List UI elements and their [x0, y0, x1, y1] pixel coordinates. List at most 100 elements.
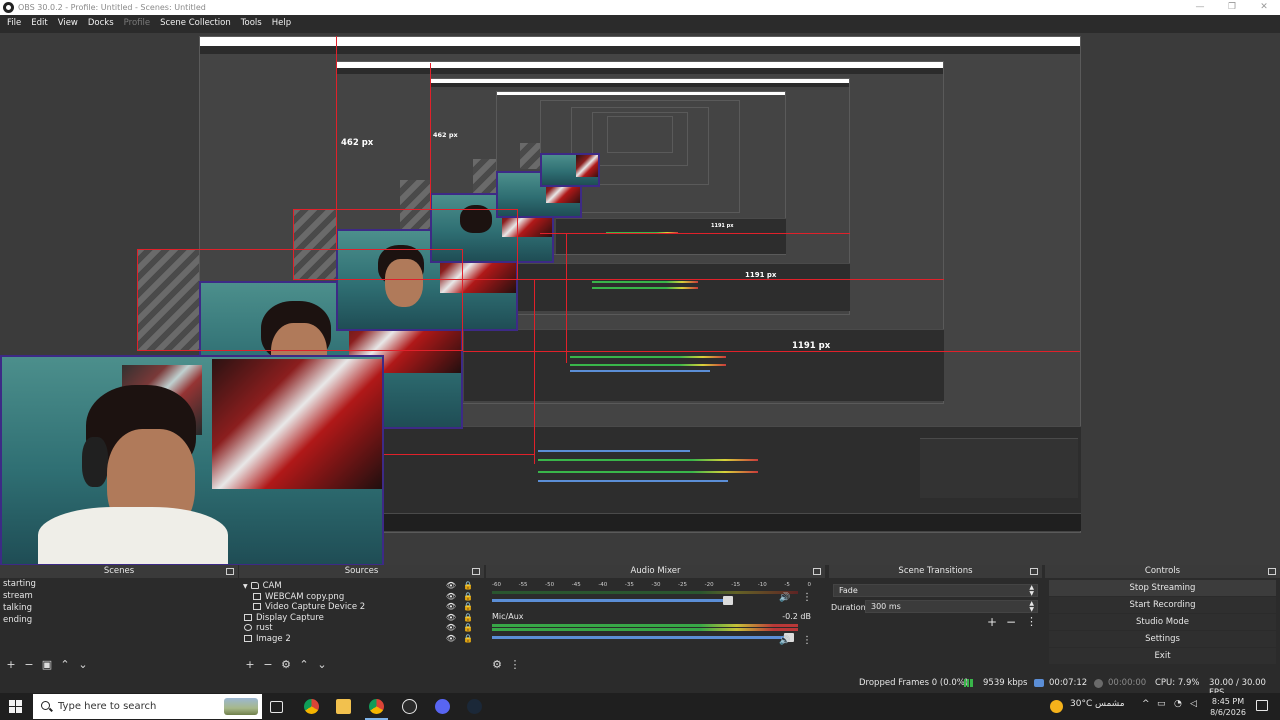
mixer-menu-button[interactable]: ⋮ — [508, 658, 522, 671]
menu-edit[interactable]: Edit — [26, 18, 52, 28]
scene-item[interactable]: ending — [0, 614, 238, 626]
spinner-arrows-icon[interactable]: ▲ ▼ — [1029, 601, 1034, 613]
menu-scene-collection[interactable]: Scene Collection — [155, 18, 236, 28]
volume-slider[interactable] — [492, 596, 734, 605]
menu-profile[interactable]: Profile — [119, 18, 155, 28]
move-source-up-button[interactable]: ⌃ — [297, 658, 311, 671]
remove-source-button[interactable]: − — [261, 658, 275, 671]
menu-view[interactable]: View — [53, 18, 83, 28]
scene-filters-button[interactable]: ▣ — [40, 658, 54, 671]
menu-help[interactable]: Help — [267, 18, 296, 28]
visibility-eye-icon[interactable]: 👁 — [446, 623, 456, 634]
source-item-cam[interactable]: ▼ CAM 👁 🔒 — [239, 581, 484, 592]
file-explorer-icon[interactable] — [336, 699, 351, 714]
lock-icon[interactable]: 🔒 — [463, 592, 473, 603]
image-source-icon — [244, 634, 252, 642]
show-hidden-icons-icon[interactable]: ^ — [1142, 699, 1150, 709]
scene-item[interactable]: starting — [0, 578, 238, 590]
add-transition-button[interactable]: + — [987, 615, 997, 629]
settings-button[interactable]: Settings — [1049, 631, 1276, 647]
lock-icon[interactable]: 🔒 — [463, 613, 473, 624]
close-icon[interactable]: ✕ — [1248, 0, 1280, 15]
add-source-button[interactable]: + — [243, 658, 257, 671]
duration-input[interactable]: 300 ms ▲ ▼ — [865, 600, 1038, 613]
lock-icon[interactable]: 🔒 — [463, 602, 473, 613]
visibility-eye-icon[interactable]: 👁 — [446, 613, 456, 624]
source-item-video-capture[interactable]: Video Capture Device 2 👁 🔒 — [239, 602, 484, 613]
channel-menu-icon[interactable]: ⋮ — [802, 592, 812, 603]
volume-slider-handle[interactable] — [723, 596, 734, 605]
speaker-icon[interactable]: 🔊 — [779, 636, 790, 646]
visibility-eye-icon[interactable]: 👁 — [446, 634, 456, 645]
menu-docks[interactable]: Docks — [83, 18, 119, 28]
scenes-toolbar: + − ▣ ⌃ ⌄ — [0, 655, 238, 673]
channel-menu-icon[interactable]: ⋮ — [802, 635, 812, 646]
lock-icon[interactable]: 🔒 — [463, 634, 473, 645]
advanced-audio-properties-button[interactable]: ⚙ — [490, 658, 504, 671]
speaker-icon[interactable]: 🔊 — [779, 593, 790, 603]
undock-icon[interactable] — [472, 568, 480, 575]
windows-start-icon[interactable] — [9, 700, 22, 713]
network-icon[interactable]: ▭ — [1157, 699, 1166, 709]
lock-icon[interactable]: 🔒 — [463, 623, 473, 634]
visibility-eye-icon[interactable]: 👁 — [446, 602, 456, 613]
transition-select[interactable]: Fade ▲ ▼ — [833, 584, 1038, 597]
guide-line — [534, 279, 535, 464]
remove-scene-button[interactable]: − — [22, 658, 36, 671]
remove-transition-button[interactable]: − — [1006, 615, 1016, 629]
add-scene-button[interactable]: + — [4, 658, 18, 671]
chrome-icon[interactable] — [304, 699, 319, 714]
visibility-eye-icon[interactable]: 👁 — [446, 581, 456, 592]
size-label: 462 px — [341, 138, 374, 148]
exit-button[interactable]: Exit — [1049, 648, 1276, 664]
undock-icon[interactable] — [1268, 568, 1276, 575]
sources-dock: Sources ▼ CAM 👁 🔒 WEBCAM copy.png 👁 🔒 Vid… — [239, 565, 484, 673]
sources-scrollbar[interactable] — [478, 578, 484, 655]
selection-box[interactable] — [293, 209, 518, 280]
task-view-icon[interactable] — [270, 701, 283, 713]
chrome-icon[interactable] — [365, 699, 388, 720]
taskbar-search[interactable]: Type here to search — [33, 694, 262, 719]
undock-icon[interactable] — [813, 568, 821, 575]
transition-menu-button[interactable]: ⋮ — [1026, 615, 1037, 628]
source-item-display-capture[interactable]: Display Capture 👁 🔒 — [239, 613, 484, 624]
stop-streaming-button[interactable]: Stop Streaming — [1049, 580, 1276, 596]
maximize-icon[interactable]: ❐ — [1216, 0, 1248, 15]
lock-icon[interactable]: 🔒 — [463, 581, 473, 592]
scene-item[interactable]: stream — [0, 590, 238, 602]
steam-icon[interactable] — [467, 699, 482, 714]
minimize-icon[interactable]: — — [1184, 0, 1216, 15]
move-scene-up-button[interactable]: ⌃ — [58, 658, 72, 671]
obs-logo-icon — [3, 2, 14, 13]
expand-arrow-icon[interactable]: ▼ — [243, 583, 248, 590]
studio-mode-button[interactable]: Studio Mode — [1049, 614, 1276, 630]
source-item-image-2[interactable]: Image 2 👁 🔒 — [239, 634, 484, 645]
obs-taskbar-icon[interactable] — [402, 699, 417, 714]
move-scene-down-button[interactable]: ⌄ — [76, 658, 90, 671]
discord-icon[interactable] — [435, 699, 450, 714]
volume-icon[interactable]: ◁ — [1190, 699, 1197, 709]
source-item-rust[interactable]: rust 👁 🔒 — [239, 623, 484, 634]
source-properties-button[interactable]: ⚙ — [279, 658, 293, 671]
webcam-feed[interactable] — [0, 355, 384, 565]
undock-icon[interactable] — [226, 568, 234, 575]
undock-icon[interactable] — [1030, 568, 1038, 575]
notifications-icon[interactable] — [1256, 700, 1268, 711]
nested-obs-window — [607, 116, 673, 153]
visibility-eye-icon[interactable]: 👁 — [446, 592, 456, 603]
weather-text[interactable]: مشمس — [1095, 699, 1125, 709]
move-source-down-button[interactable]: ⌄ — [315, 658, 329, 671]
preview-canvas[interactable]: 462 px 462 px 1191 px 1191 px 1191 px — [0, 33, 1280, 565]
weather-sun-icon[interactable] — [1050, 700, 1063, 713]
volume-slider[interactable] — [492, 633, 794, 642]
menu-file[interactable]: File — [2, 18, 26, 28]
start-recording-button[interactable]: Start Recording — [1049, 597, 1276, 613]
menu-tools[interactable]: Tools — [236, 18, 267, 28]
weather-temp[interactable]: 30°C — [1070, 699, 1092, 709]
guide-line — [566, 233, 567, 363]
search-highlight-image — [224, 698, 258, 715]
taskbar-clock[interactable]: 8:45 PM 8/6/2026 — [1210, 696, 1246, 718]
wifi-icon[interactable]: ◔ — [1174, 699, 1182, 709]
source-item-webcam-copy[interactable]: WEBCAM copy.png 👁 🔒 — [239, 592, 484, 603]
scene-item[interactable]: talking — [0, 602, 238, 614]
